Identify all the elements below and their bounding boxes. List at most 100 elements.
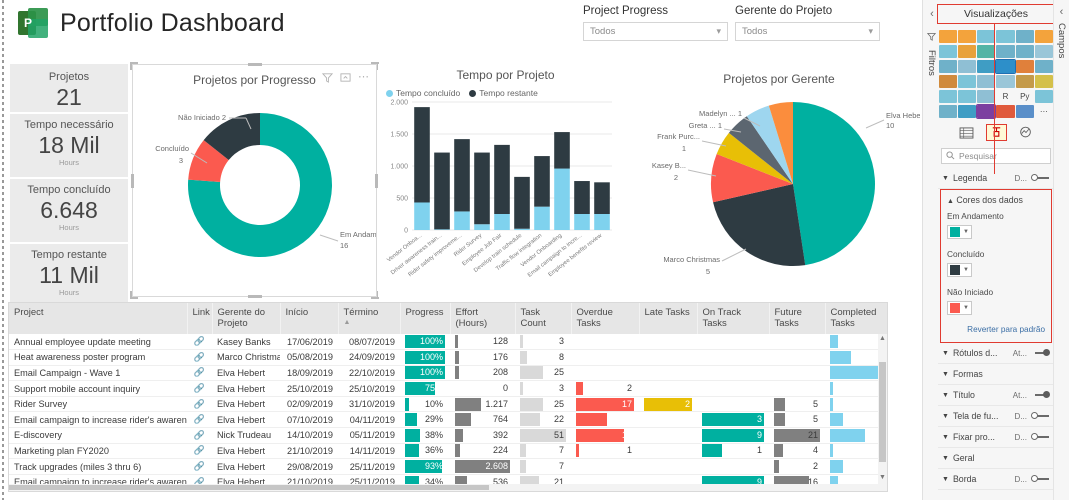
visual-type-gallery[interactable]: R Py ⋯ bbox=[938, 28, 1054, 120]
decomposition-tree-icon[interactable] bbox=[958, 105, 977, 118]
arcgis-maps-icon[interactable] bbox=[996, 105, 1015, 118]
bar-segment-tempo-restante[interactable] bbox=[594, 182, 610, 214]
table-row[interactable]: Heat awareness poster program 🔗 Marco Chri… bbox=[9, 349, 887, 366]
bar-segment-tempo-concluido[interactable] bbox=[494, 214, 510, 230]
section-tela-de-fundo[interactable]: ▼ Tela de fu... D... bbox=[938, 406, 1054, 427]
resize-handle-bottom-left[interactable] bbox=[130, 291, 138, 299]
r-script-visual-icon[interactable]: R bbox=[996, 90, 1015, 103]
100-stacked-column-icon[interactable] bbox=[1034, 30, 1053, 43]
slicer-dropdown[interactable]: Todos ▾ bbox=[583, 22, 728, 41]
python-visual-icon[interactable]: Py bbox=[1015, 90, 1034, 103]
pie-slice-0[interactable] bbox=[793, 102, 875, 266]
cell-link[interactable]: 🔗 bbox=[187, 380, 212, 397]
table-row[interactable]: Marketing plan FY2020 🔗 Elva Hebert 21/10/2… bbox=[9, 443, 887, 460]
waterfall-chart-icon[interactable] bbox=[939, 60, 958, 73]
cell-link[interactable]: 🔗 bbox=[187, 365, 212, 382]
pie-chart-icon[interactable] bbox=[977, 60, 996, 73]
bar-segment-tempo-concluido[interactable] bbox=[554, 168, 570, 230]
line-clustered-column-icon[interactable] bbox=[1015, 45, 1034, 58]
bar-segment-tempo-restante[interactable] bbox=[434, 152, 450, 230]
kpi-card-projetos[interactable]: Projetos 21 bbox=[10, 64, 128, 112]
link-icon[interactable]: 🔗 bbox=[194, 336, 205, 346]
section-toggle[interactable] bbox=[1031, 349, 1050, 357]
line-chart-icon[interactable] bbox=[939, 45, 958, 58]
bar-segment-tempo-restante[interactable] bbox=[494, 144, 510, 214]
color-picker[interactable]: ▼ bbox=[947, 225, 972, 239]
focus-mode-icon[interactable] bbox=[340, 72, 351, 83]
visual-projetos-por-gerente[interactable]: Projetos por Gerente Elva Hebert10Madely… bbox=[638, 64, 920, 297]
table-vertical-scrollbar[interactable]: ▲ ▼ bbox=[878, 334, 887, 491]
resize-handle-top-left[interactable] bbox=[130, 62, 138, 70]
section-toggle[interactable] bbox=[1031, 433, 1050, 441]
map-icon[interactable] bbox=[1034, 60, 1053, 73]
table-row[interactable]: Annual employee update meeting 🔗 Kasey Ban… bbox=[9, 334, 887, 351]
matrix-icon[interactable] bbox=[977, 90, 996, 103]
link-icon[interactable]: 🔗 bbox=[194, 367, 205, 377]
chevron-left-icon[interactable]: ‹ bbox=[1056, 6, 1068, 18]
link-icon[interactable]: 🔗 bbox=[194, 430, 205, 440]
col-overdue[interactable]: Overdue Tasks bbox=[571, 303, 640, 334]
area-chart-icon[interactable] bbox=[958, 45, 977, 58]
resize-handle-top[interactable] bbox=[247, 63, 262, 66]
table-icon[interactable] bbox=[958, 90, 977, 103]
bar-segment-tempo-concluido[interactable] bbox=[434, 229, 450, 230]
section-fixar-proporcao[interactable]: ▼ Fixar pro... D... bbox=[938, 427, 1054, 448]
cell-link[interactable]: 🔗 bbox=[187, 411, 212, 429]
color-picker[interactable]: ▼ bbox=[947, 263, 972, 277]
col-link[interactable]: Link bbox=[187, 303, 213, 334]
col-task-count[interactable]: Task Count bbox=[515, 303, 572, 334]
more-options-icon[interactable]: ⋯ bbox=[358, 72, 369, 83]
scroll-up-icon[interactable]: ▲ bbox=[878, 334, 887, 344]
col-project[interactable]: Project bbox=[9, 303, 188, 334]
color-picker[interactable]: ▼ bbox=[947, 301, 972, 315]
cell-link[interactable]: 🔗 bbox=[187, 427, 212, 444]
table-row[interactable]: Track upgrades (miles 3 thru 6) 🔗 Elva Heb… bbox=[9, 458, 887, 475]
link-icon[interactable]: 🔗 bbox=[194, 445, 205, 455]
section-toggle[interactable] bbox=[1031, 391, 1050, 399]
section-toggle[interactable] bbox=[1031, 174, 1050, 182]
link-icon[interactable]: 🔗 bbox=[194, 461, 205, 471]
filter-icon[interactable] bbox=[322, 72, 333, 83]
col-late[interactable]: Late Tasks bbox=[639, 303, 698, 334]
bar-segment-tempo-restante[interactable] bbox=[534, 156, 550, 207]
link-icon[interactable]: 🔗 bbox=[194, 414, 205, 424]
col-on-track[interactable]: On Track Tasks bbox=[697, 303, 770, 334]
bar-segment-tempo-restante[interactable] bbox=[414, 107, 430, 203]
scatter-chart-icon[interactable] bbox=[958, 60, 977, 73]
scroll-down-icon[interactable]: ▼ bbox=[878, 473, 887, 483]
col-effort[interactable]: Effort (Hours) bbox=[450, 303, 516, 334]
visualizations-title[interactable]: Visualizações bbox=[937, 4, 1055, 24]
col-inicio[interactable]: Início bbox=[280, 303, 339, 334]
multi-row-card-icon[interactable] bbox=[1015, 75, 1034, 88]
donut-chart-icon[interactable] bbox=[995, 59, 1016, 74]
bar-segment-tempo-restante[interactable] bbox=[554, 132, 570, 169]
col-termino[interactable]: Término ▲ bbox=[338, 303, 401, 334]
cell-link[interactable]: 🔗 bbox=[187, 458, 212, 475]
section-formas[interactable]: ▼ Formas bbox=[938, 364, 1054, 385]
vertical-scroll-thumb[interactable] bbox=[879, 362, 886, 462]
table-horizontal-scrollbar[interactable] bbox=[9, 484, 878, 491]
kpi-card-tempo-necessario[interactable]: Tempo necessário 18 Mil Hours bbox=[10, 114, 128, 177]
table-row[interactable]: Support mobile account inquiry 🔗 Elva Hebe… bbox=[9, 380, 887, 397]
slicer-icon[interactable] bbox=[939, 90, 958, 103]
bar-segment-tempo-concluido[interactable] bbox=[594, 214, 610, 230]
horizontal-scroll-thumb[interactable] bbox=[9, 485, 489, 490]
filters-pane-tab[interactable]: Filtros bbox=[924, 28, 939, 118]
resize-handle-left[interactable] bbox=[131, 173, 134, 188]
search-input[interactable]: Pesquisar bbox=[941, 148, 1051, 164]
slicer-dropdown[interactable]: Todos ▾ bbox=[735, 22, 880, 41]
section-geral[interactable]: ▼ Geral bbox=[938, 448, 1054, 469]
clustered-column-chart-icon[interactable] bbox=[996, 30, 1015, 43]
card-icon[interactable] bbox=[996, 75, 1015, 88]
bar-segment-tempo-restante[interactable] bbox=[454, 139, 470, 212]
projects-table[interactable]: Project Link Gerente do Projeto Início T… bbox=[8, 302, 888, 492]
clustered-bar-chart-icon[interactable] bbox=[958, 30, 977, 43]
treemap-icon[interactable] bbox=[1015, 60, 1034, 73]
table-row[interactable]: E-discovery 🔗 Nick Trudeau 14/10/2019 05/11/… bbox=[9, 427, 887, 444]
100-stacked-bar-icon[interactable] bbox=[1015, 30, 1034, 43]
link-icon[interactable]: 🔗 bbox=[194, 352, 205, 362]
section-toggle[interactable] bbox=[1031, 412, 1050, 420]
visual-tempo-por-projeto[interactable]: Tempo por Projeto Tempo concluído Tempo … bbox=[378, 64, 633, 297]
stacked-bar-chart-icon[interactable] bbox=[939, 30, 958, 43]
kpi-icon[interactable] bbox=[1034, 75, 1053, 88]
